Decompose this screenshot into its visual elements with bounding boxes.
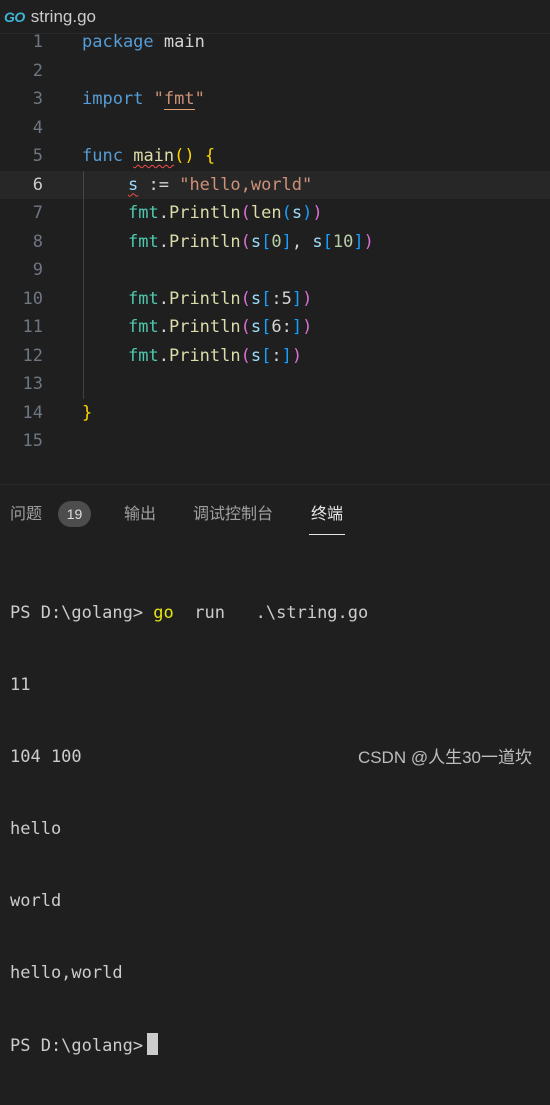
line-number: 6 xyxy=(32,174,43,195)
line-number: 10 xyxy=(22,288,43,309)
terminal-output[interactable]: PS D:\golang> go run .\string.go 11 104 … xyxy=(10,553,368,1105)
terminal-line: 104 100 xyxy=(10,747,82,767)
tab-title: string.go xyxy=(30,6,96,26)
terminal-prompt-line: PS D:\golang> xyxy=(10,1033,368,1057)
line-number: 1 xyxy=(32,32,43,52)
line-number: 14 xyxy=(22,402,43,423)
code-line[interactable]: 4 xyxy=(0,114,550,143)
terminal-line: hello xyxy=(10,819,62,839)
code-line[interactable]: 13 xyxy=(0,370,550,399)
code-line[interactable]: 11 fmt.Println(s[6:]) xyxy=(0,313,550,342)
go-file-icon: GO xyxy=(4,8,25,25)
panel-tabs: 问题 19 输出 调试控制台 终端 xyxy=(0,485,550,543)
line-number: 12 xyxy=(22,345,43,366)
line-number: 9 xyxy=(32,260,43,280)
watermark: CSDN @人生30一道坎 xyxy=(357,748,532,767)
line-number: 15 xyxy=(22,431,43,451)
tab-problems[interactable]: 问题 xyxy=(10,503,42,527)
terminal-line: world xyxy=(10,891,62,911)
problems-count-badge: 19 xyxy=(58,501,91,527)
terminal-line: 11 xyxy=(10,675,31,695)
terminal-line: hello,world xyxy=(10,963,123,983)
code-line[interactable]: 7 fmt.Println(len(s)) xyxy=(0,199,550,228)
code-line[interactable]: 1 package main xyxy=(0,28,550,57)
tab-output[interactable]: 输出 xyxy=(124,503,156,527)
code-line[interactable]: 14 } xyxy=(0,399,550,428)
code-line[interactable]: 5 func main() { xyxy=(0,142,550,171)
line-number: 3 xyxy=(32,89,43,109)
code-line[interactable]: 10 fmt.Println(s[:5]) xyxy=(0,285,550,314)
terminal-line: PS D:\golang> go run .\string.go xyxy=(10,603,369,623)
code-line-active[interactable]: 6 s := "hello,world" xyxy=(0,170,550,199)
code-line[interactable]: 2 xyxy=(0,57,550,86)
code-line[interactable]: 8 fmt.Println(s[0], s[10]) xyxy=(0,228,550,257)
line-number: 5 xyxy=(32,146,43,166)
line-number: 8 xyxy=(32,231,43,252)
line-number: 4 xyxy=(32,117,43,138)
line-number: 11 xyxy=(22,317,43,337)
code-line[interactable]: 15 xyxy=(0,427,550,456)
code-line[interactable]: 12 fmt.Println(s[:]) xyxy=(0,342,550,371)
tab-debug-console[interactable]: 调试控制台 xyxy=(193,503,273,527)
line-number: 13 xyxy=(22,374,43,394)
line-number: 7 xyxy=(32,203,43,223)
code-editor[interactable]: 1 package main 2 3 import "fmt" 4 5 func… xyxy=(0,28,550,468)
line-number: 2 xyxy=(32,60,43,81)
code-line[interactable]: 3 import "fmt" xyxy=(0,85,550,114)
tab-terminal[interactable]: 终端 xyxy=(308,503,346,535)
code-line[interactable]: 9 xyxy=(0,256,550,285)
bottom-panel: 问题 19 输出 调试控制台 终端 PS D:\golang> go run .… xyxy=(0,484,550,1056)
terminal-cursor xyxy=(147,1033,159,1055)
